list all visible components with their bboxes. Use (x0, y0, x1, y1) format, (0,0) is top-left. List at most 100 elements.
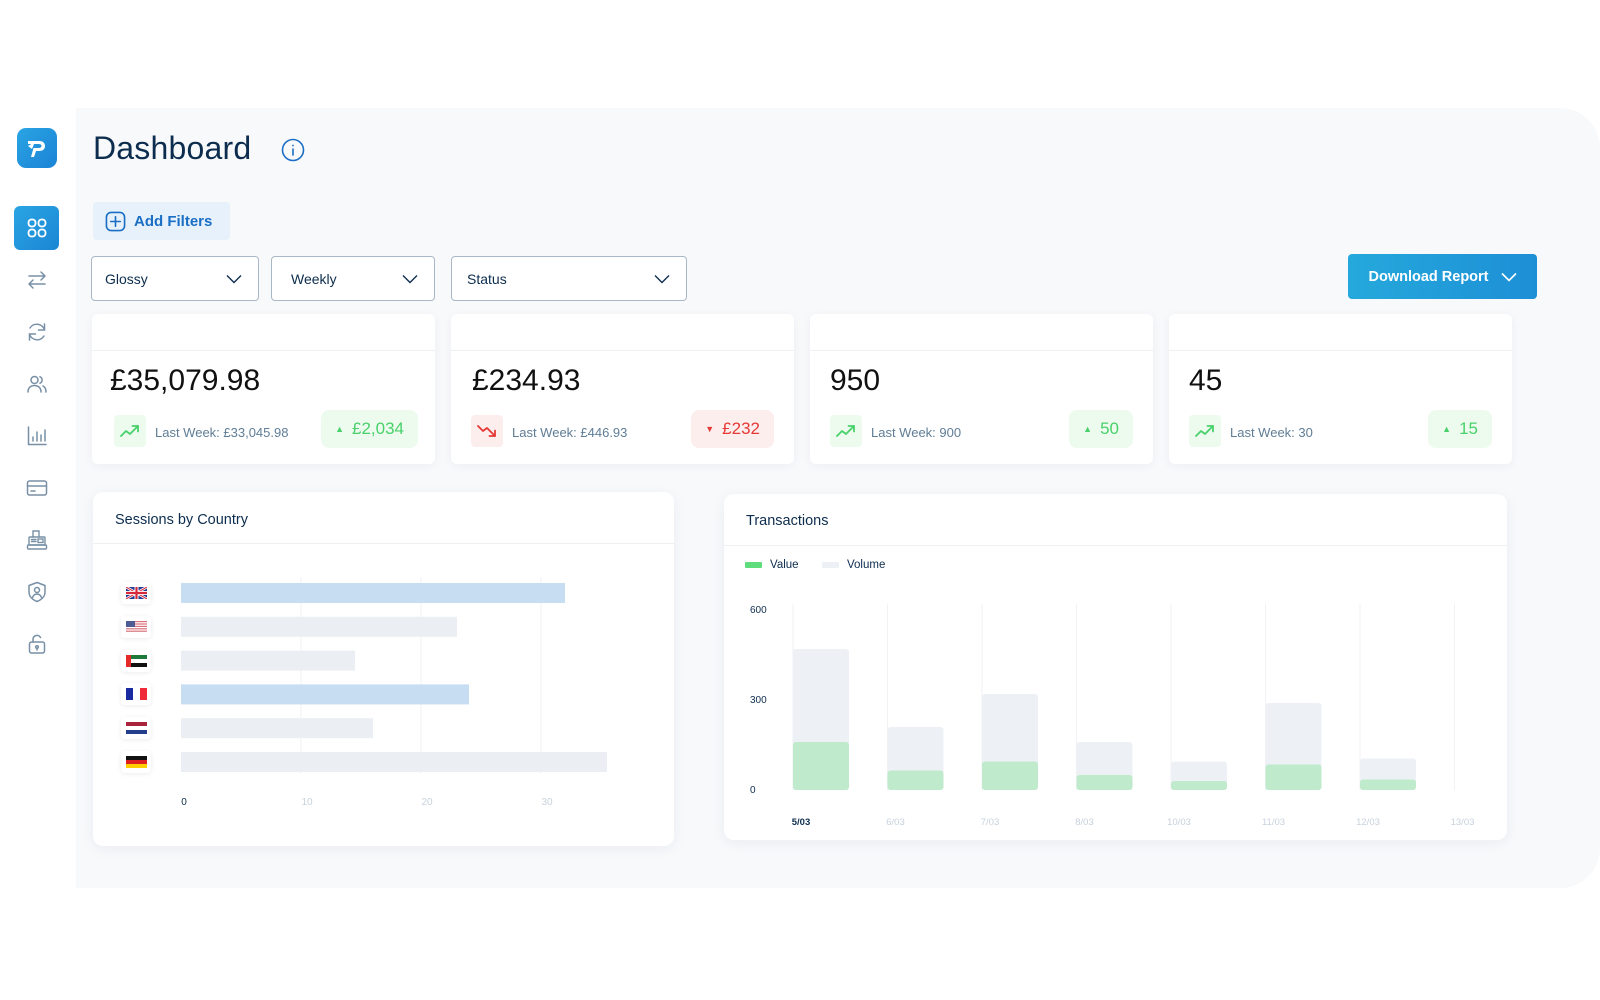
stat-card: 950 Last Week: 900 ▲ 50 (810, 314, 1153, 464)
x-tick-label: 30 (541, 797, 553, 808)
download-report-label: Download Report (1368, 268, 1489, 285)
transactions-card: Transactions Value Volume 0 300 600 5/03 6/0… (724, 494, 1507, 840)
add-filters-label: Add Filters (134, 212, 213, 230)
x-tick-label: 11/03 (1262, 817, 1285, 828)
delta-value: 15 (1459, 419, 1478, 438)
nav-recurring[interactable] (14, 310, 59, 354)
nav-transfers[interactable] (14, 258, 59, 302)
chevron-down-icon (402, 274, 418, 283)
product-select[interactable]: Glossy (91, 256, 259, 301)
stat-value: 45 (1189, 364, 1223, 397)
delta-badge: ▼ £232 (691, 410, 774, 448)
nav-pos[interactable] (14, 518, 59, 562)
x-tick-label: 10/03 (1167, 817, 1191, 828)
stat-card-header (1169, 314, 1512, 351)
last-week-text: Last Week: £446.93 (512, 425, 628, 440)
value-bar[interactable] (1171, 781, 1227, 790)
trending-up-icon (836, 425, 855, 437)
delta-badge: ▲ 15 (1428, 410, 1492, 448)
value-bar[interactable] (1265, 764, 1322, 791)
credit-card-icon (26, 480, 47, 496)
trending-up-icon (1195, 425, 1214, 437)
country-bar-fr[interactable] (181, 684, 469, 705)
y-tick-label: 600 (750, 605, 767, 616)
users-icon (26, 375, 47, 393)
country-bar-de[interactable] (181, 752, 607, 772)
logo-icon (28, 141, 45, 157)
info-icon[interactable] (281, 138, 305, 162)
triangle-up-icon: ▲ (1442, 424, 1452, 434)
trend-box (471, 415, 503, 447)
download-report-button[interactable]: Download Report (1348, 254, 1537, 299)
x-tick-label: 0 (181, 797, 187, 808)
value-bar[interactable] (887, 770, 944, 791)
country-bar-ae[interactable] (181, 650, 355, 671)
transactions-chart: 0 300 600 5/03 6/03 7/03 8/03 10/03 11/03 12/03 13… (750, 604, 1475, 828)
main-panel: Dashboard Add Filters Glossy Weekly Stat… (76, 108, 1600, 888)
cash-register-icon (26, 530, 47, 550)
app-logo[interactable] (17, 128, 57, 168)
y-tick-label: 0 (750, 785, 756, 796)
nav-cards[interactable] (14, 466, 59, 510)
nav-customers[interactable] (14, 362, 59, 406)
y-tick-label: 300 (750, 695, 767, 706)
nav-reports[interactable] (14, 414, 59, 458)
x-tick-label: 8/03 (1075, 817, 1094, 828)
sidebar (0, 108, 76, 888)
value-bar[interactable] (1360, 779, 1416, 791)
value-bar[interactable] (793, 742, 849, 790)
product-select-value: Glossy (105, 270, 148, 287)
status-select[interactable]: Status (451, 256, 687, 301)
delta-value: 50 (1100, 419, 1119, 438)
stat-value: £35,079.98 (110, 364, 261, 397)
nav-dashboard[interactable] (14, 206, 59, 250)
chevron-down-icon (1500, 272, 1517, 282)
trend-box (1189, 415, 1221, 447)
chevron-down-icon (654, 274, 670, 283)
nav-security[interactable] (14, 570, 59, 614)
status-select-value: Status (467, 270, 507, 287)
country-bar-gb[interactable] (181, 583, 565, 603)
delta-value: £232 (722, 419, 760, 438)
stat-card: 45 Last Week: 30 ▲ 15 (1169, 314, 1512, 464)
chevron-down-icon (226, 274, 242, 283)
last-week-text: Last Week: 900 (871, 425, 962, 440)
triangle-up-icon: ▲ (1083, 424, 1093, 434)
stat-card-header (810, 314, 1153, 351)
x-tick-label: 6/03 (886, 817, 905, 828)
delta-value: £2,034 (352, 419, 404, 438)
stat-value: £234.93 (472, 364, 581, 397)
x-tick-label: 13/03 (1451, 817, 1475, 828)
triangle-up-icon: ▲ (335, 424, 344, 434)
shield-user-icon (27, 581, 46, 603)
add-filters-button[interactable]: Add Filters (93, 202, 230, 240)
last-week-text: Last Week: £33,045.98 (155, 425, 289, 440)
period-select-value: Weekly (291, 270, 337, 287)
stat-value: 950 (830, 364, 881, 397)
sessions-chart: 0 10 20 30 (181, 577, 607, 808)
x-tick-label: 12/03 (1356, 817, 1380, 828)
trend-box (114, 415, 146, 447)
nav-lock[interactable] (14, 622, 59, 666)
value-bar[interactable] (1076, 775, 1133, 790)
x-tick-label: 5/03 (792, 817, 811, 828)
grid-icon (27, 218, 46, 238)
unlock-icon (28, 634, 45, 654)
triangle-down-icon: ▼ (705, 424, 715, 434)
sessions-by-country-card: Sessions by Country 0 10 20 30 (93, 492, 674, 846)
transfer-arrows-icon (27, 271, 46, 289)
delta-badge: ▲ 50 (1069, 410, 1133, 448)
period-select[interactable]: Weekly (271, 256, 435, 301)
stat-card-header (92, 314, 435, 351)
stat-card: £234.93 Last Week: £446.93 ▼ £232 (451, 314, 794, 464)
last-week-text: Last Week: 30 (1230, 425, 1313, 440)
value-bar[interactable] (982, 761, 1038, 791)
trend-box (830, 415, 862, 447)
country-bar-us[interactable] (181, 616, 457, 637)
delta-badge: ▲ £2,034 (321, 410, 418, 448)
trending-up-icon (120, 425, 139, 437)
page-title: Dashboard (93, 130, 252, 166)
stat-card: £35,079.98 Last Week: £33,045.98 ▲ £2,03… (92, 314, 435, 464)
country-bar-nl[interactable] (181, 718, 373, 739)
x-tick-label: 7/03 (981, 817, 1000, 828)
